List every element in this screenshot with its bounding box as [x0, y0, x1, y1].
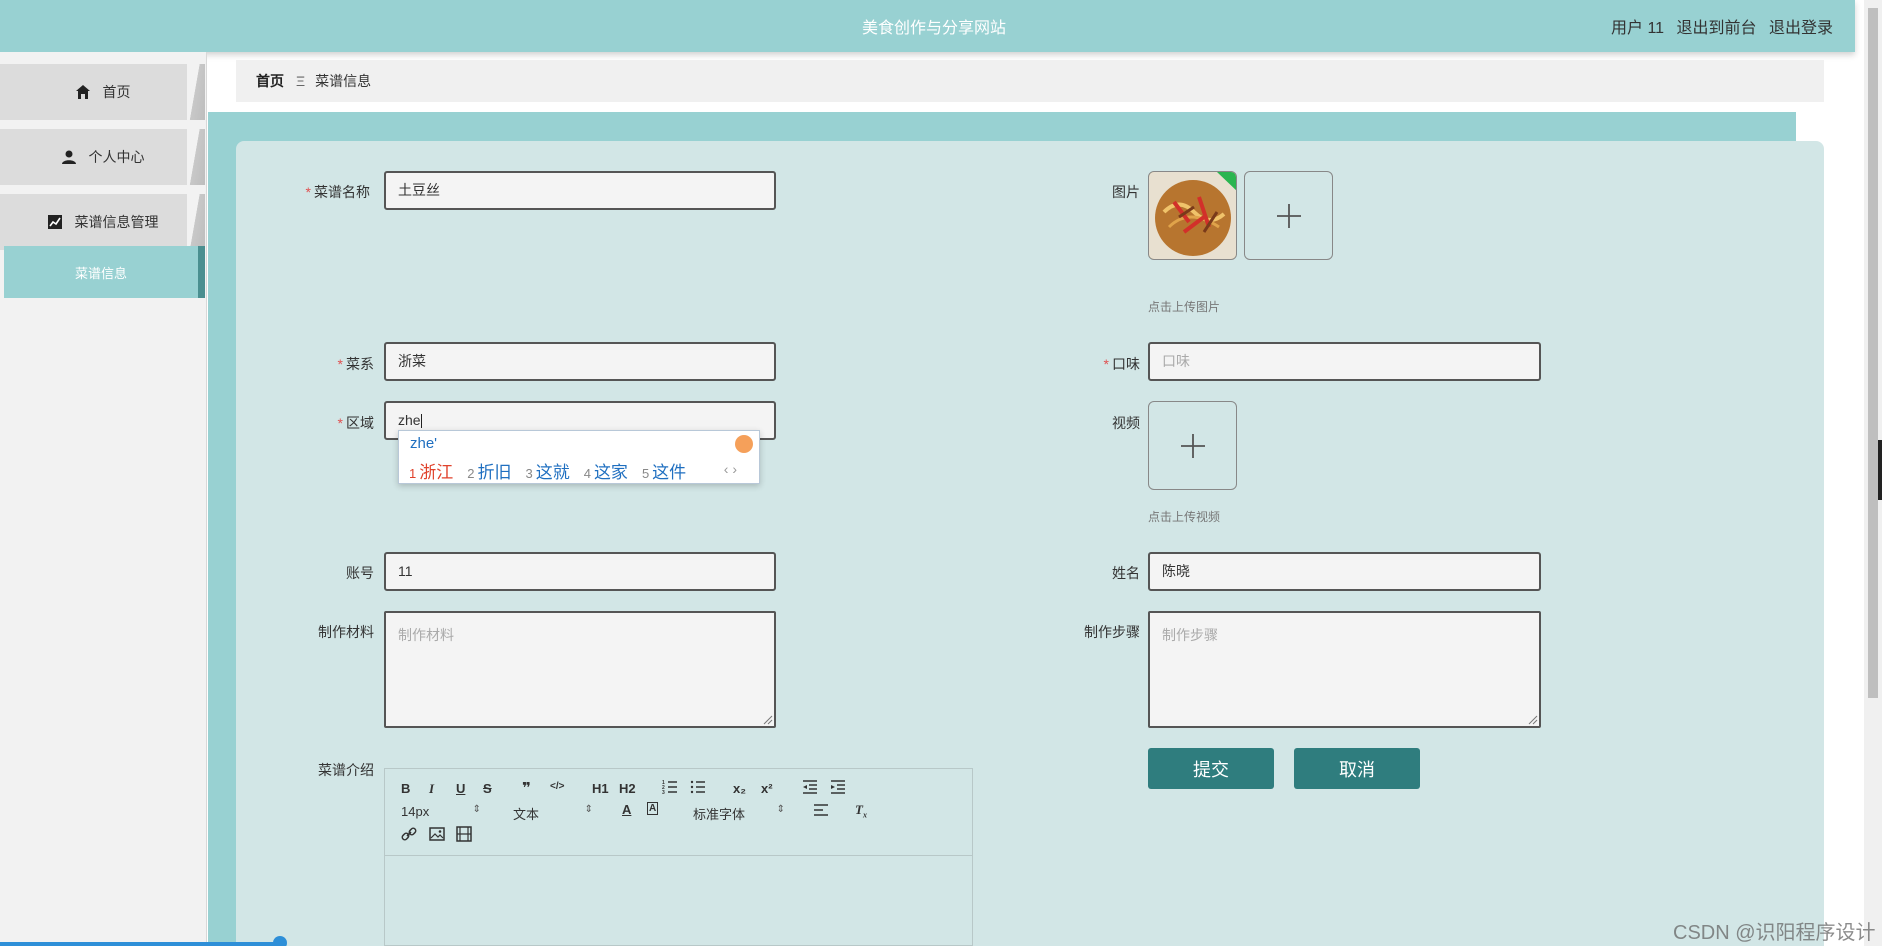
- editor-toolbar: B I U S ❞ </> H1 H2 123 x₂ x² 14px ⇕ 文本 ⇕ …: [385, 769, 972, 856]
- underline-icon[interactable]: U: [456, 781, 465, 796]
- bold-icon[interactable]: B: [401, 781, 410, 796]
- breadcrumb: 首页 Ξ 菜谱信息: [236, 60, 1824, 102]
- ime-candidate[interactable]: 1 浙江: [409, 458, 453, 483]
- strikethrough-icon[interactable]: S: [483, 781, 492, 796]
- progress-bar: [0, 942, 280, 946]
- cuisine-label: * 菜系: [337, 356, 374, 372]
- link-icon[interactable]: [401, 826, 417, 845]
- plus-icon: [1276, 203, 1301, 228]
- recipe-name-input[interactable]: 土豆丝: [384, 171, 776, 210]
- code-icon[interactable]: </>: [550, 781, 564, 792]
- select-arrow-icon: ⇕: [584, 804, 593, 815]
- italic-icon[interactable]: I: [429, 781, 434, 797]
- sidebar-item-label: 菜谱信息管理: [74, 214, 159, 230]
- select-arrow-icon: ⇕: [776, 804, 785, 815]
- image-label: 图片: [1112, 184, 1140, 200]
- ime-candidate[interactable]: 2 折旧: [467, 458, 511, 483]
- breadcrumb-home[interactable]: 首页: [256, 71, 284, 91]
- realname-label: 姓名: [1112, 565, 1140, 581]
- breadcrumb-separator-icon: Ξ: [296, 73, 306, 89]
- materials-textarea[interactable]: 制作材料: [384, 611, 776, 728]
- image-upload-button[interactable]: [1244, 171, 1333, 260]
- site-title: 美食创作与分享网站: [861, 20, 1006, 37]
- sidebar: 首页 个人中心 菜谱信息管理 菜谱信息: [0, 52, 207, 946]
- image-upload-hint: 点击上传图片: [1148, 300, 1221, 314]
- watermark: CSDN @识阳程序设计: [1673, 922, 1876, 944]
- user-area: 用户 11 退出到前台 退出登录: [1603, 14, 1833, 38]
- resize-handle-icon: [1528, 715, 1538, 725]
- breadcrumb-current: 菜谱信息: [315, 73, 372, 89]
- scrollbar-thumb[interactable]: [1868, 8, 1878, 698]
- font-family-select[interactable]: 标准字体 ⇕: [693, 804, 785, 823]
- user-icon: [61, 149, 77, 165]
- top-bar: 美食创作与分享网站 用户 11 退出到前台 退出登录: [0, 0, 1855, 52]
- font-color-icon[interactable]: A: [622, 802, 631, 817]
- user-label: 用户 11: [1611, 20, 1665, 37]
- realname-input[interactable]: 陈晓: [1148, 552, 1541, 591]
- submit-button[interactable]: 提交: [1148, 748, 1274, 789]
- cuisine-input[interactable]: 浙菜: [384, 342, 776, 381]
- chart-icon: [47, 214, 63, 230]
- logout-link[interactable]: 退出登录: [1769, 20, 1833, 37]
- ime-pinyin: zhe': [410, 435, 438, 452]
- account-label: 账号: [346, 565, 374, 581]
- subscript-icon[interactable]: x₂: [733, 781, 746, 796]
- ordered-list-icon[interactable]: 123: [662, 779, 678, 798]
- taste-input[interactable]: 口味: [1148, 342, 1541, 381]
- cancel-button[interactable]: 取消: [1294, 748, 1420, 789]
- back-to-front-link[interactable]: 退出到前台: [1677, 20, 1757, 37]
- video-icon[interactable]: [456, 826, 472, 845]
- steps-textarea[interactable]: 制作步骤: [1148, 611, 1541, 728]
- image-icon[interactable]: [429, 826, 445, 845]
- recipe-image-thumbnail[interactable]: [1148, 171, 1237, 260]
- video-upload-hint: 点击上传视频: [1148, 510, 1221, 524]
- video-label: 视频: [1112, 415, 1140, 431]
- heading2-icon[interactable]: H2: [619, 781, 636, 796]
- ime-candidate[interactable]: 5 这件: [642, 458, 686, 483]
- ime-candidates: 1 浙江 2 折旧 3 这就 4 这家 5 这件: [409, 458, 686, 483]
- region-label: * 区域: [337, 415, 374, 431]
- scroll-marker: [1878, 440, 1882, 500]
- steps-label: 制作步骤: [1084, 624, 1140, 640]
- ime-candidate-popup[interactable]: zhe' 1 浙江 2 折旧 3 这就 4 这家 5 这件 ‹ ›: [398, 430, 760, 484]
- vertical-scrollbar[interactable]: [1864, 0, 1882, 946]
- clear-format-icon[interactable]: Tx: [855, 802, 867, 820]
- name-label: * 菜谱名称: [305, 184, 370, 200]
- background-color-icon[interactable]: A: [647, 802, 659, 815]
- editor-content-area[interactable]: [385, 856, 972, 946]
- ime-page-nav-icon[interactable]: ‹ ›: [724, 461, 737, 477]
- video-upload-button[interactable]: [1148, 401, 1237, 490]
- plus-icon: [1180, 433, 1205, 458]
- rich-text-editor: B I U S ❞ </> H1 H2 123 x₂ x² 14px ⇕ 文本 ⇕ …: [384, 768, 973, 946]
- superscript-icon[interactable]: x²: [761, 781, 773, 796]
- font-size-select[interactable]: 14px ⇕: [401, 804, 481, 819]
- ime-candidate[interactable]: 4 这家: [584, 458, 628, 483]
- sidebar-subitem-recipe-info[interactable]: 菜谱信息: [4, 246, 205, 298]
- select-arrow-icon: ⇕: [472, 804, 481, 815]
- sidebar-item-home[interactable]: 首页: [0, 64, 205, 120]
- sidebar-item-recipe-management[interactable]: 菜谱信息管理: [0, 194, 205, 250]
- blockquote-icon[interactable]: ❞: [522, 779, 531, 797]
- taste-label: * 口味: [1103, 356, 1140, 372]
- ime-candidate[interactable]: 3 这就: [525, 458, 569, 483]
- home-icon: [75, 84, 91, 100]
- progress-handle[interactable]: [273, 936, 287, 946]
- indent-icon[interactable]: [830, 779, 846, 798]
- outdent-icon[interactable]: [802, 779, 818, 798]
- resize-handle-icon: [763, 715, 773, 725]
- sidebar-item-profile[interactable]: 个人中心: [0, 129, 205, 185]
- bullet-list-icon[interactable]: [690, 779, 706, 798]
- heading1-icon[interactable]: H1: [592, 781, 609, 796]
- align-icon[interactable]: [813, 803, 829, 820]
- block-type-select[interactable]: 文本 ⇕: [513, 804, 593, 823]
- ime-logo-icon: [735, 435, 753, 453]
- account-input[interactable]: 11: [384, 552, 776, 591]
- svg-text:3: 3: [662, 790, 665, 795]
- intro-label: 菜谱介绍: [318, 762, 374, 778]
- sidebar-item-label: 首页: [102, 84, 131, 100]
- sidebar-item-label: 个人中心: [88, 149, 145, 165]
- materials-label: 制作材料: [318, 624, 374, 640]
